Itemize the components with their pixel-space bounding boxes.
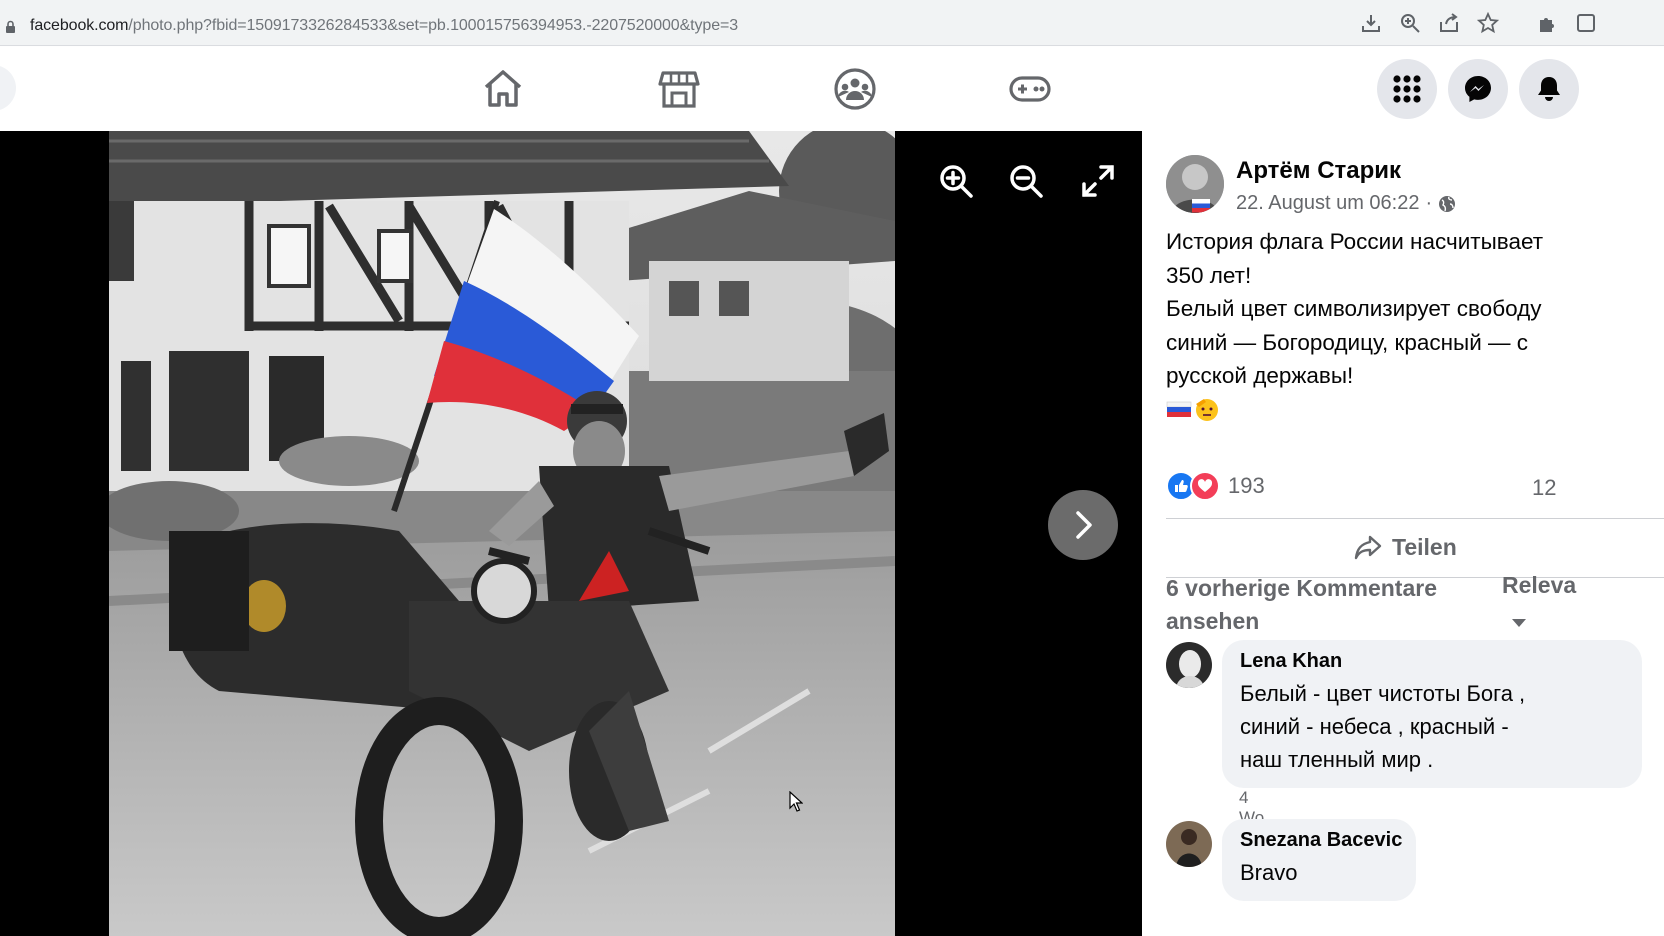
post-text-line: Белый цвет символизирует свободу <box>1166 296 1542 321</box>
chevron-right-icon <box>1076 511 1092 539</box>
divider <box>1166 518 1664 519</box>
comment-count[interactable]: 12 <box>1532 475 1556 501</box>
marketplace-icon[interactable] <box>657 67 701 111</box>
bookmark-star-icon[interactable] <box>1476 11 1500 34</box>
zoom-in-icon[interactable] <box>938 163 974 199</box>
photo-illustration <box>109 131 895 936</box>
sidepanel-icon[interactable] <box>1575 12 1597 34</box>
comment-count-value: 12 <box>1532 475 1557 500</box>
back-button[interactable] <box>0 65 16 111</box>
browser-address-bar: facebook.com/photo.php?fbid=150917332628… <box>0 0 1664 46</box>
messenger-button[interactable] <box>1448 59 1508 119</box>
reaction-count: 193 <box>1228 473 1265 498</box>
view-previous-comments[interactable]: 6 vorherige Kommentare ansehen <box>1166 572 1486 638</box>
comment-bubble: Lena Khan Белый - цвет чистоты Бога , си… <box>1222 640 1642 788</box>
comment-text-line: Bravo <box>1240 860 1298 885</box>
comment-text-line: синий - небеса , красный - <box>1240 714 1509 739</box>
russia-flag-emoji <box>1166 401 1192 417</box>
notifications-button[interactable] <box>1519 59 1579 119</box>
fullscreen-icon[interactable] <box>1080 163 1116 199</box>
love-icon <box>1190 471 1220 501</box>
comment-text-line: Белый - цвет чистоты Бога , <box>1240 681 1526 706</box>
post-text-line: русской державы! <box>1166 363 1354 388</box>
mouse-cursor-icon <box>789 791 803 812</box>
meta-separator: · <box>1425 192 1433 214</box>
facebook-top-nav <box>0 47 1664 131</box>
zoom-out-icon[interactable] <box>1008 163 1044 199</box>
commenter-name[interactable]: Snezana Bacevic <box>1240 829 1402 852</box>
menu-button[interactable] <box>1377 59 1437 119</box>
post-text-line: История флага России насчитывает <box>1166 229 1544 254</box>
next-photo-button[interactable] <box>1048 490 1118 560</box>
post-emojis <box>1166 396 1220 422</box>
post-text: История флага России насчитывает 350 лет… <box>1166 225 1664 393</box>
gaming-icon[interactable] <box>1008 67 1052 111</box>
zoom-icon[interactable] <box>1399 12 1421 34</box>
saluting-face-emoji <box>1196 399 1218 421</box>
url-text[interactable]: facebook.com/photo.php?fbid=150917332628… <box>30 17 738 35</box>
extensions-icon[interactable] <box>1536 12 1558 34</box>
browser-action-icons <box>1360 11 1597 34</box>
url-host: facebook.com <box>30 17 129 34</box>
commenter-name[interactable]: Lena Khan <box>1240 650 1624 673</box>
globe-icon[interactable] <box>1438 195 1456 213</box>
author-avatar[interactable] <box>1166 155 1224 213</box>
post-photo[interactable] <box>109 131 895 936</box>
comment-sort-dropdown[interactable]: Releva <box>1502 572 1576 599</box>
share-button[interactable]: Teilen <box>1354 533 1457 561</box>
post-side-panel: Артём Старик 22. August um 06:22 · Истор… <box>1142 131 1664 936</box>
commenter-avatar[interactable] <box>1166 821 1212 867</box>
commenter-avatar[interactable] <box>1166 642 1212 688</box>
comment-text-line: наш тленный мир . <box>1240 747 1434 772</box>
post-text-line: 350 лет! <box>1166 262 1252 288</box>
comment-text: Белый - цвет чистоты Бога , синий - небе… <box>1240 677 1624 776</box>
comment-bubble: Snezana Bacevic Bravo <box>1222 819 1416 901</box>
home-icon[interactable] <box>481 67 525 111</box>
chevron-down-icon[interactable] <box>1512 618 1526 628</box>
post-text-line: синий — Богородицу, красный — с <box>1166 329 1529 355</box>
messenger-icon <box>1465 76 1491 102</box>
author-name[interactable]: Артём Старик <box>1236 157 1401 185</box>
share-icon[interactable] <box>1438 12 1460 34</box>
post-meta: 22. August um 06:22 · <box>1236 192 1456 215</box>
lock-icon <box>6 20 15 33</box>
comment-text: Bravo <box>1240 856 1398 889</box>
install-icon[interactable] <box>1360 12 1382 34</box>
share-arrow-icon <box>1354 535 1382 560</box>
photo-viewer <box>0 131 1142 936</box>
url-path: /photo.php?fbid=1509173326284533&set=pb.… <box>128 17 739 34</box>
menu-grid-icon <box>1393 75 1421 103</box>
groups-icon[interactable] <box>833 67 877 111</box>
notifications-icon <box>1538 77 1560 101</box>
reaction-summary[interactable]: 193 <box>1166 471 1265 501</box>
post-date[interactable]: 22. August um 06:22 <box>1236 192 1419 215</box>
share-label: Teilen <box>1392 533 1457 560</box>
